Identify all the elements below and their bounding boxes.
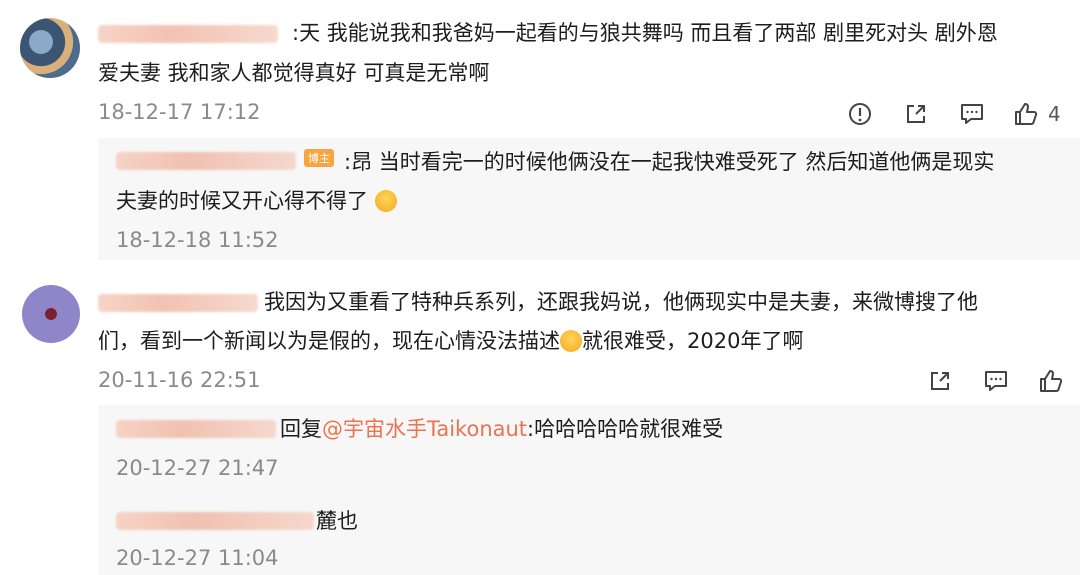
laugh-cry-emoji-icon xyxy=(374,190,397,212)
awkward-emoji-icon xyxy=(560,330,582,352)
mention-link[interactable]: @宇宙水手Taikonaut xyxy=(322,417,527,441)
comment-icon[interactable] xyxy=(959,101,985,127)
username-redacted[interactable] xyxy=(116,152,296,170)
share-icon[interactable] xyxy=(903,101,929,127)
like-icon[interactable] xyxy=(1038,368,1064,394)
author-badge: 博主 xyxy=(304,149,334,169)
report-icon[interactable] xyxy=(847,101,873,127)
username-redacted[interactable] xyxy=(116,420,276,438)
reply-text: :昂 当时看完一的时候他俩没在一起我快难受死了 然后知道他俩是现实 xyxy=(344,150,995,174)
timestamp: 20-11-16 22:51 xyxy=(98,368,261,392)
timestamp: 18-12-17 17:12 xyxy=(98,100,261,124)
comment-text: 爱夫妻 我和家人都觉得真好 可真是无常啊 xyxy=(98,61,490,85)
timestamp: 20-12-27 11:04 xyxy=(116,546,279,570)
username-redacted[interactable] xyxy=(98,294,258,312)
comment-text: :天 我能说我和我爸妈一起看的与狼共舞吗 而且看了两部 剧里死对头 剧外恩 xyxy=(292,21,998,45)
reply-text: 夫妻的时候又开心得不得了 xyxy=(116,185,397,218)
comment-icon[interactable] xyxy=(983,368,1009,394)
username-redacted[interactable] xyxy=(98,25,278,43)
share-icon[interactable] xyxy=(927,368,953,394)
like-icon[interactable] xyxy=(1013,101,1039,127)
username-redacted[interactable] xyxy=(116,512,314,530)
avatar[interactable] xyxy=(20,18,80,78)
reply-text: 麓也 xyxy=(316,509,358,533)
reply-text: 回复@宇宙水手Taikonaut:哈哈哈哈哈就很难受 xyxy=(280,417,724,441)
comment-text: 我因为又重看了特种兵系列，还跟我妈说，他俩现实中是夫妻，来微博搜了他 xyxy=(264,290,978,314)
like-count: 4 xyxy=(1048,102,1061,126)
comment-text: 们，看到一个新闻以为是假的，现在心情没法描述 就很难受，2020年了啊 xyxy=(98,329,804,353)
timestamp: 20-12-27 21:47 xyxy=(116,456,279,480)
avatar[interactable] xyxy=(22,285,80,343)
timestamp: 18-12-18 11:52 xyxy=(116,228,279,252)
